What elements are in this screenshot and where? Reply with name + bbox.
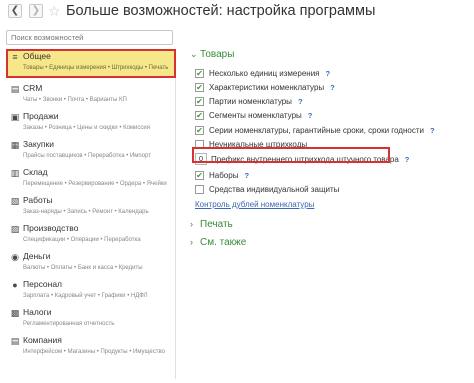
sidebar: ≡ Общее Товары • Единицы измерения • Штр…: [6, 49, 176, 379]
sidebar-item-sublabel: Регламентированная отчетность: [23, 321, 115, 327]
sidebar-item-warehouse[interactable]: ▥ Склад Перемещение • Резервирование • О…: [6, 166, 176, 194]
option-label: Характеристики номенклатуры: [209, 83, 325, 92]
sidebar-item-sublabel: Спецификации • Операции • Переработка: [23, 237, 141, 243]
sidebar-item-sublabel: Чаты • Звонки • Почта • Варианты КП: [23, 97, 127, 103]
page-title: Больше возможностей: настройка программы: [66, 3, 376, 19]
sidebar-item-sublabel: Зарплата • Кадровый учет • Графики • НДФ…: [23, 293, 148, 299]
help-icon[interactable]: ?: [244, 171, 249, 180]
sidebar-item-production[interactable]: ▨ Производство Спецификации • Операции •…: [6, 222, 176, 250]
chevron-down-icon: ⌄: [190, 49, 198, 59]
sidebar-item-label: Склад: [23, 167, 48, 177]
works-icon: ▧: [10, 196, 20, 206]
checkbox-checked[interactable]: ✔: [195, 69, 204, 78]
chevron-right-icon: ›: [190, 237, 193, 247]
production-icon: ▨: [10, 224, 20, 234]
help-icon[interactable]: ?: [326, 69, 331, 78]
group-goods-label: Товары: [200, 49, 235, 60]
sidebar-item-works[interactable]: ▧ Работы Заказ-наряды • Запись • Ремонт …: [6, 194, 176, 222]
purchases-icon: ▦: [10, 140, 20, 150]
sidebar-item-taxes[interactable]: ▩ Налоги Регламентированная отчетность: [6, 306, 176, 334]
checkbox-checked[interactable]: ✔: [195, 83, 204, 92]
sidebar-item-sublabel: Интерфейсом • Магазины • Продукты • Имущ…: [23, 349, 165, 355]
sidebar-item-sublabel: Валюты • Оплаты • Банк и касса • Кредиты: [23, 265, 143, 271]
favorite-star-icon[interactable]: ☆: [48, 3, 61, 19]
sidebar-item-sales[interactable]: ▣ Продажи Заказы • Розница • Цены и скид…: [6, 110, 176, 138]
title-bar: ❮ ❯ ☆ Больше возможностей: настройка про…: [0, 0, 474, 26]
money-icon: ◉: [11, 252, 19, 262]
option-label: Серии номенклатуры, гарантийные сроки, с…: [209, 126, 424, 135]
group-print-header[interactable]: › Печать: [190, 219, 233, 230]
option-label: Несколько единиц измерения: [209, 69, 320, 78]
sidebar-item-label: Общее: [23, 51, 51, 61]
chevron-right-icon: ›: [190, 219, 193, 229]
sidebar-item-label: Продажи: [23, 111, 59, 121]
group-goods-header[interactable]: ⌄ Товары: [190, 49, 234, 60]
highlight-frame: [192, 147, 390, 163]
sidebar-item-purchases[interactable]: ▦ Закупки Прайсы поставщиков • Переработ…: [6, 138, 176, 166]
sidebar-item-label: Работы: [23, 195, 53, 205]
forward-arrow-icon[interactable]: ❯: [29, 4, 43, 18]
sidebar-item-sublabel: Товары • Единицы измерения • Штрихкоды •…: [23, 65, 169, 71]
crm-icon: ▤: [10, 84, 20, 94]
help-icon[interactable]: ?: [405, 155, 410, 164]
checkbox-unchecked[interactable]: [195, 185, 204, 194]
checkbox-checked[interactable]: ✔: [195, 126, 204, 135]
sidebar-item-sublabel: Заказы • Розница • Цены и скидки • Комис…: [23, 125, 151, 131]
sidebar-item-sublabel: Прайсы поставщиков • Переработка • Импор…: [23, 153, 151, 159]
hamburger-icon: ≡: [12, 52, 18, 62]
sidebar-item-general[interactable]: ≡ Общее Товары • Единицы измерения • Штр…: [6, 49, 176, 78]
sidebar-item-sublabel: Заказ-наряды • Запись • Ремонт • Календа…: [23, 209, 149, 215]
sidebar-item-label: CRM: [23, 83, 43, 93]
option-label: Наборы: [209, 171, 239, 180]
help-icon[interactable]: ?: [330, 83, 335, 92]
search-input[interactable]: [6, 30, 173, 45]
help-icon[interactable]: ?: [430, 126, 435, 135]
sidebar-item-label: Компания: [23, 335, 62, 345]
sidebar-item-label: Деньги: [23, 251, 51, 261]
checkbox-checked[interactable]: ✔: [195, 171, 204, 180]
help-icon[interactable]: ?: [298, 97, 303, 106]
sales-icon: ▣: [10, 112, 20, 122]
sidebar-item-money[interactable]: ◉ Деньги Валюты • Оплаты • Банк и касса …: [6, 250, 176, 278]
sidebar-item-personnel[interactable]: ● Персонал Зарплата • Кадровый учет • Гр…: [6, 278, 176, 306]
group-print-label: Печать: [200, 219, 233, 230]
warehouse-icon: ▥: [10, 168, 20, 178]
option-label: Партии номенклатуры: [209, 97, 292, 106]
sidebar-item-label: Закупки: [23, 139, 54, 149]
sidebar-item-label: Персонал: [23, 279, 63, 289]
sidebar-item-label: Налоги: [23, 307, 52, 317]
duplicates-control-link[interactable]: Контроль дублей номенклатуры: [195, 200, 314, 209]
back-arrow-icon[interactable]: ❮: [8, 4, 22, 18]
sidebar-item-sublabel: Перемещение • Резервирование • Ордера • …: [23, 181, 167, 187]
checkbox-checked[interactable]: ✔: [195, 111, 204, 120]
checkbox-checked[interactable]: ✔: [195, 97, 204, 106]
sidebar-item-label: Производство: [23, 223, 79, 233]
option-label: Сегменты номенклатуры: [209, 111, 302, 120]
group-see-also-label: См. также: [200, 237, 247, 248]
taxes-icon: ▩: [10, 308, 20, 318]
company-icon: ▤: [10, 336, 20, 346]
sidebar-item-company[interactable]: ▤ Компания Интерфейсом • Магазины • Прод…: [6, 334, 176, 362]
sidebar-item-crm[interactable]: ▤ CRM Чаты • Звонки • Почта • Варианты К…: [6, 82, 176, 110]
option-label: Средства индивидуальной защиты: [209, 185, 340, 194]
personnel-icon: ●: [12, 280, 18, 290]
group-see-also-header[interactable]: › См. также: [190, 237, 246, 248]
help-icon[interactable]: ?: [308, 111, 313, 120]
